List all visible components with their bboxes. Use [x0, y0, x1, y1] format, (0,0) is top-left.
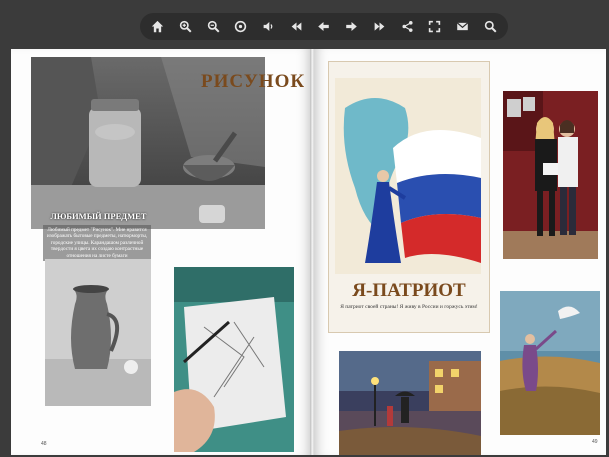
double-right-icon: [374, 22, 385, 31]
award-photo: [503, 91, 598, 259]
double-left-icon: [291, 22, 302, 31]
last-page-button[interactable]: [369, 17, 389, 37]
share-button[interactable]: [397, 17, 417, 37]
sound-button[interactable]: [259, 17, 279, 37]
zoom-in-button[interactable]: [175, 17, 195, 37]
student-sketching-photo: [174, 267, 294, 452]
right-page[interactable]: Я-ПАТРИОТ Я патриот своей страны! Я живу…: [314, 49, 606, 455]
right-page-number: 49: [592, 439, 598, 445]
search-icon: [484, 20, 497, 33]
flipbook: РИСУНОК ЛЮБИМЫЙ ПРЕДМЕТ Любимый предмет …: [11, 49, 606, 455]
fullscreen-icon: [429, 20, 441, 33]
next-page-button[interactable]: [342, 17, 362, 37]
arrow-left-icon: [318, 22, 330, 31]
patriot-poster: Я-ПАТРИОТ Я патриот своей страны! Я живу…: [328, 61, 490, 333]
field-painting: [500, 291, 600, 435]
viewer-toolbar: [140, 13, 508, 40]
zoom-out-icon: [207, 20, 220, 33]
zoom-in-icon: [179, 20, 192, 33]
favorite-subject-heading: ЛЮБИМЫЙ ПРЕДМЕТ: [50, 211, 147, 221]
prev-page-button[interactable]: [314, 17, 334, 37]
fullscreen-button[interactable]: [425, 17, 445, 37]
search-button[interactable]: [480, 17, 500, 37]
mail-icon: [456, 22, 469, 31]
fit-page-button[interactable]: [231, 17, 251, 37]
left-page[interactable]: РИСУНОК ЛЮБИМЫЙ ПРЕДМЕТ Любимый предмет …: [11, 49, 311, 455]
home-icon: [152, 20, 164, 33]
patriot-caption: Я патриот своей страны! Я живу в России …: [340, 304, 478, 310]
pitcher-drawing: [45, 259, 151, 406]
page-heading-drawing: РИСУНОК: [201, 71, 306, 92]
home-button[interactable]: [148, 17, 168, 37]
share-icon: [401, 21, 413, 32]
zoom-out-button[interactable]: [203, 17, 223, 37]
patriot-painting: [335, 78, 481, 274]
favorite-subject-caption: Любимый предмет "Рисунок". Мне нравится …: [43, 225, 151, 262]
night-street-painting: [339, 351, 481, 455]
patriot-heading: Я-ПАТРИОТ: [352, 280, 466, 301]
speaker-icon: [263, 22, 273, 31]
fit-page-icon: [235, 20, 247, 33]
first-page-button[interactable]: [286, 17, 306, 37]
arrow-right-icon: [346, 22, 357, 31]
email-button[interactable]: [452, 17, 472, 37]
left-page-number: 48: [41, 441, 47, 447]
